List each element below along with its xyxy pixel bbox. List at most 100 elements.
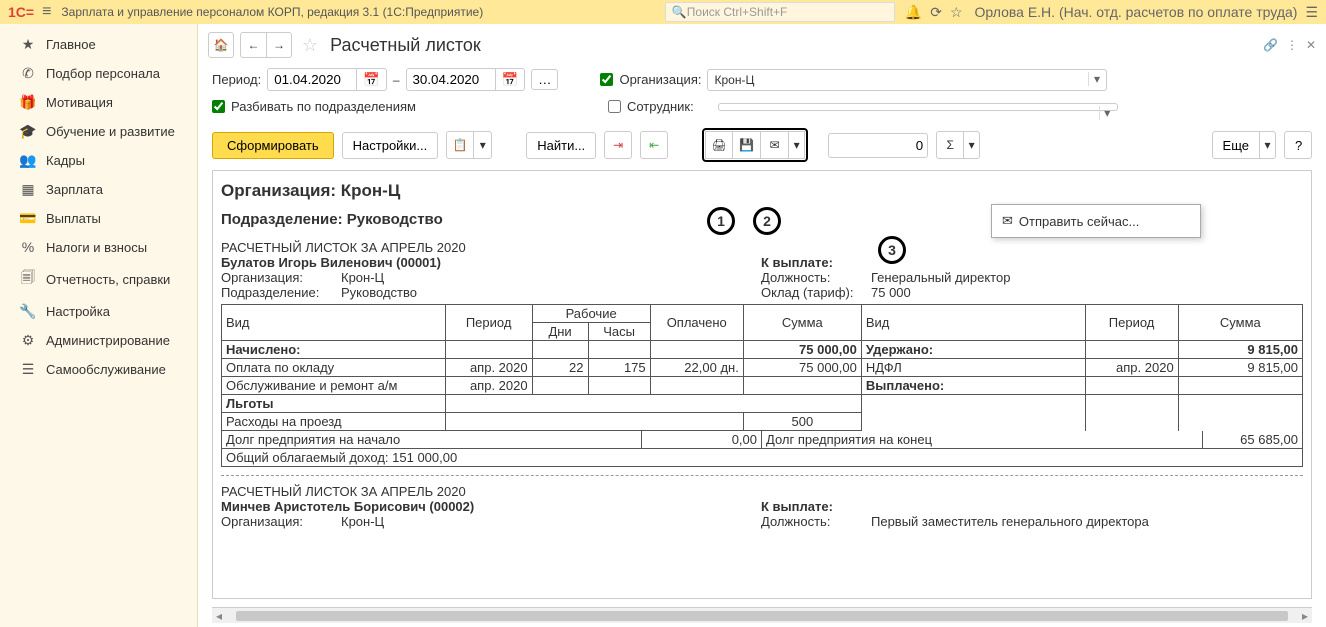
emp-label: Сотрудник:: [627, 99, 694, 114]
org-checkbox[interactable]: [600, 73, 613, 86]
sidebar-item-training[interactable]: 🎓Обучение и развитие: [0, 117, 197, 146]
page-header: 🏠 ← → ☆ Расчетный листок 🔗 ⋮ ✕: [198, 24, 1326, 66]
close-icon[interactable]: ✕: [1306, 38, 1316, 52]
sidebar-item-payments[interactable]: 💳Выплаты: [0, 204, 197, 233]
sidebar-item-recruit[interactable]: ✆Подбор персонала: [0, 59, 197, 88]
bell-icon[interactable]: 🔔: [905, 4, 922, 21]
email-menu-button[interactable]: ▾: [789, 131, 805, 159]
paste-button[interactable]: 📋: [446, 131, 474, 159]
report-org-heading: Организация: Крон-Ц: [221, 181, 1303, 201]
history-icon[interactable]: ⟳: [930, 4, 942, 21]
more-menu-button[interactable]: ▾: [1260, 131, 1276, 159]
people-icon: 👥: [18, 152, 38, 169]
sidebar-item-hr[interactable]: 👥Кадры: [0, 146, 197, 175]
sidebar-item-admin[interactable]: ⚙Администрирование: [0, 326, 197, 355]
date-to-picker[interactable]: 📅: [496, 68, 526, 91]
app-title: Зарплата и управление персоналом КОРП, р…: [61, 5, 483, 19]
slip1-table: Вид Период Рабочие Оплачено Сумма Вид Пе…: [221, 304, 1303, 431]
annotation-circle-1: 1: [707, 207, 735, 235]
sum-button[interactable]: Σ: [936, 131, 964, 159]
doc-icon: 🗐: [18, 267, 38, 291]
sidebar-item-main[interactable]: ★Главное: [0, 30, 197, 59]
sum-menu-button[interactable]: ▾: [964, 131, 980, 159]
count-input[interactable]: [828, 133, 928, 158]
star-icon[interactable]: ☆: [950, 4, 963, 21]
title-bar: 1C= ≡ Зарплата и управление персоналом К…: [0, 0, 1326, 24]
send-now-item[interactable]: ✉ Отправить сейчас...: [992, 209, 1200, 233]
email-button[interactable]: ✉: [761, 131, 789, 159]
search-placeholder: Поиск Ctrl+Shift+F: [687, 5, 788, 19]
mail-icon: ✉: [1002, 213, 1013, 229]
list-icon: ☰: [18, 361, 38, 378]
logo-1c-icon: 1C=: [8, 4, 34, 20]
menu-icon[interactable]: ≡: [42, 3, 51, 21]
sidebar-item-salary[interactable]: ▦Зарплата: [0, 175, 197, 204]
help-button[interactable]: ?: [1284, 131, 1312, 159]
form-button[interactable]: Сформировать: [212, 132, 334, 159]
gear-icon: ⚙: [18, 332, 38, 349]
horizontal-scrollbar[interactable]: ◂ ▸: [212, 607, 1312, 623]
filters: Период: 📅 – 📅 … Организация: Крон-Ц ▾: [198, 66, 1326, 124]
wrench-icon: 🔧: [18, 303, 38, 320]
more-button[interactable]: Еще: [1212, 131, 1260, 159]
org-label: Организация:: [619, 72, 701, 87]
org-combo[interactable]: Крон-Ц ▾: [707, 69, 1107, 91]
search-icon: 🔍: [672, 5, 687, 19]
period-label: Период:: [212, 72, 261, 87]
slip1-payout: К выплате:: [761, 255, 1303, 270]
graduation-icon: 🎓: [18, 123, 38, 140]
sidebar-item-motivation[interactable]: 🎁Мотивация: [0, 88, 197, 117]
slip2-payout: К выплате:: [761, 499, 1303, 514]
search-input[interactable]: 🔍 Поиск Ctrl+Shift+F: [665, 2, 895, 22]
chevron-down-icon[interactable]: ▾: [1099, 106, 1115, 120]
annotation-circle-2: 2: [753, 207, 781, 235]
forward-button[interactable]: →: [266, 32, 292, 58]
save-button[interactable]: 💾: [733, 131, 761, 159]
sidebar-item-reports[interactable]: 🗐Отчетность, справки: [0, 261, 197, 297]
menu-toggle-icon[interactable]: ☰: [1305, 4, 1318, 21]
chevron-down-icon[interactable]: ▾: [1088, 72, 1104, 86]
annotation-circle-3: 3: [878, 236, 906, 264]
percent-icon: %: [18, 239, 38, 255]
kebab-icon[interactable]: ⋮: [1286, 38, 1298, 52]
sidebar-item-settings[interactable]: 🔧Настройка: [0, 297, 197, 326]
paste-menu-button[interactable]: ▾: [474, 131, 492, 159]
scroll-right-icon[interactable]: ▸: [1302, 609, 1308, 623]
date-from-input[interactable]: [267, 68, 357, 91]
gift-icon: 🎁: [18, 94, 38, 111]
email-dropdown: ✉ Отправить сейчас...: [991, 204, 1201, 238]
expand-button[interactable]: ⇥: [604, 131, 632, 159]
scroll-left-icon[interactable]: ◂: [216, 609, 222, 623]
slip2-employee: Минчев Аристотель Борисович (00002): [221, 499, 761, 514]
grid-icon: ▦: [18, 181, 38, 198]
home-button[interactable]: 🏠: [208, 32, 234, 58]
collapse-button[interactable]: ⇤: [640, 131, 668, 159]
phone-icon: ✆: [18, 65, 38, 82]
user-name[interactable]: Орлова Е.Н. (Нач. отд. расчетов по оплат…: [975, 4, 1298, 20]
print-button[interactable]: 🖨: [705, 131, 733, 159]
emp-checkbox[interactable]: [608, 100, 621, 113]
dash: –: [393, 73, 400, 87]
main-area: 🏠 ← → ☆ Расчетный листок 🔗 ⋮ ✕ Период: 📅…: [198, 24, 1326, 627]
find-button[interactable]: Найти...: [526, 132, 596, 159]
emp-combo[interactable]: ▾: [718, 103, 1118, 111]
toolbar: Сформировать Настройки... 📋 ▾ Найти... ⇥…: [198, 124, 1326, 170]
date-from-picker[interactable]: 📅: [357, 68, 387, 91]
star-icon: ★: [18, 36, 38, 53]
divider: [221, 475, 1303, 476]
slip2-title: РАСЧЕТНЫЙ ЛИСТОК ЗА АПРЕЛЬ 2020: [221, 484, 1303, 499]
back-button[interactable]: ←: [240, 32, 266, 58]
output-button-group: 🖨 💾 ✉ ▾: [702, 128, 808, 162]
period-picker-button[interactable]: …: [531, 69, 558, 90]
settings-button[interactable]: Настройки...: [342, 132, 439, 159]
date-to-input[interactable]: [406, 68, 496, 91]
slip1-employee: Булатов Игорь Виленович (00001): [221, 255, 761, 270]
split-checkbox[interactable]: [212, 100, 225, 113]
sidebar: ★Главное ✆Подбор персонала 🎁Мотивация 🎓О…: [0, 24, 198, 627]
slip1-title: РАСЧЕТНЫЙ ЛИСТОК ЗА АПРЕЛЬ 2020: [221, 240, 1303, 255]
link-icon[interactable]: 🔗: [1263, 38, 1278, 52]
favorite-icon[interactable]: ☆: [302, 35, 318, 56]
sidebar-item-taxes[interactable]: %Налоги и взносы: [0, 233, 197, 261]
sidebar-item-selfservice[interactable]: ☰Самообслуживание: [0, 355, 197, 384]
page-title: Расчетный листок: [330, 35, 481, 56]
